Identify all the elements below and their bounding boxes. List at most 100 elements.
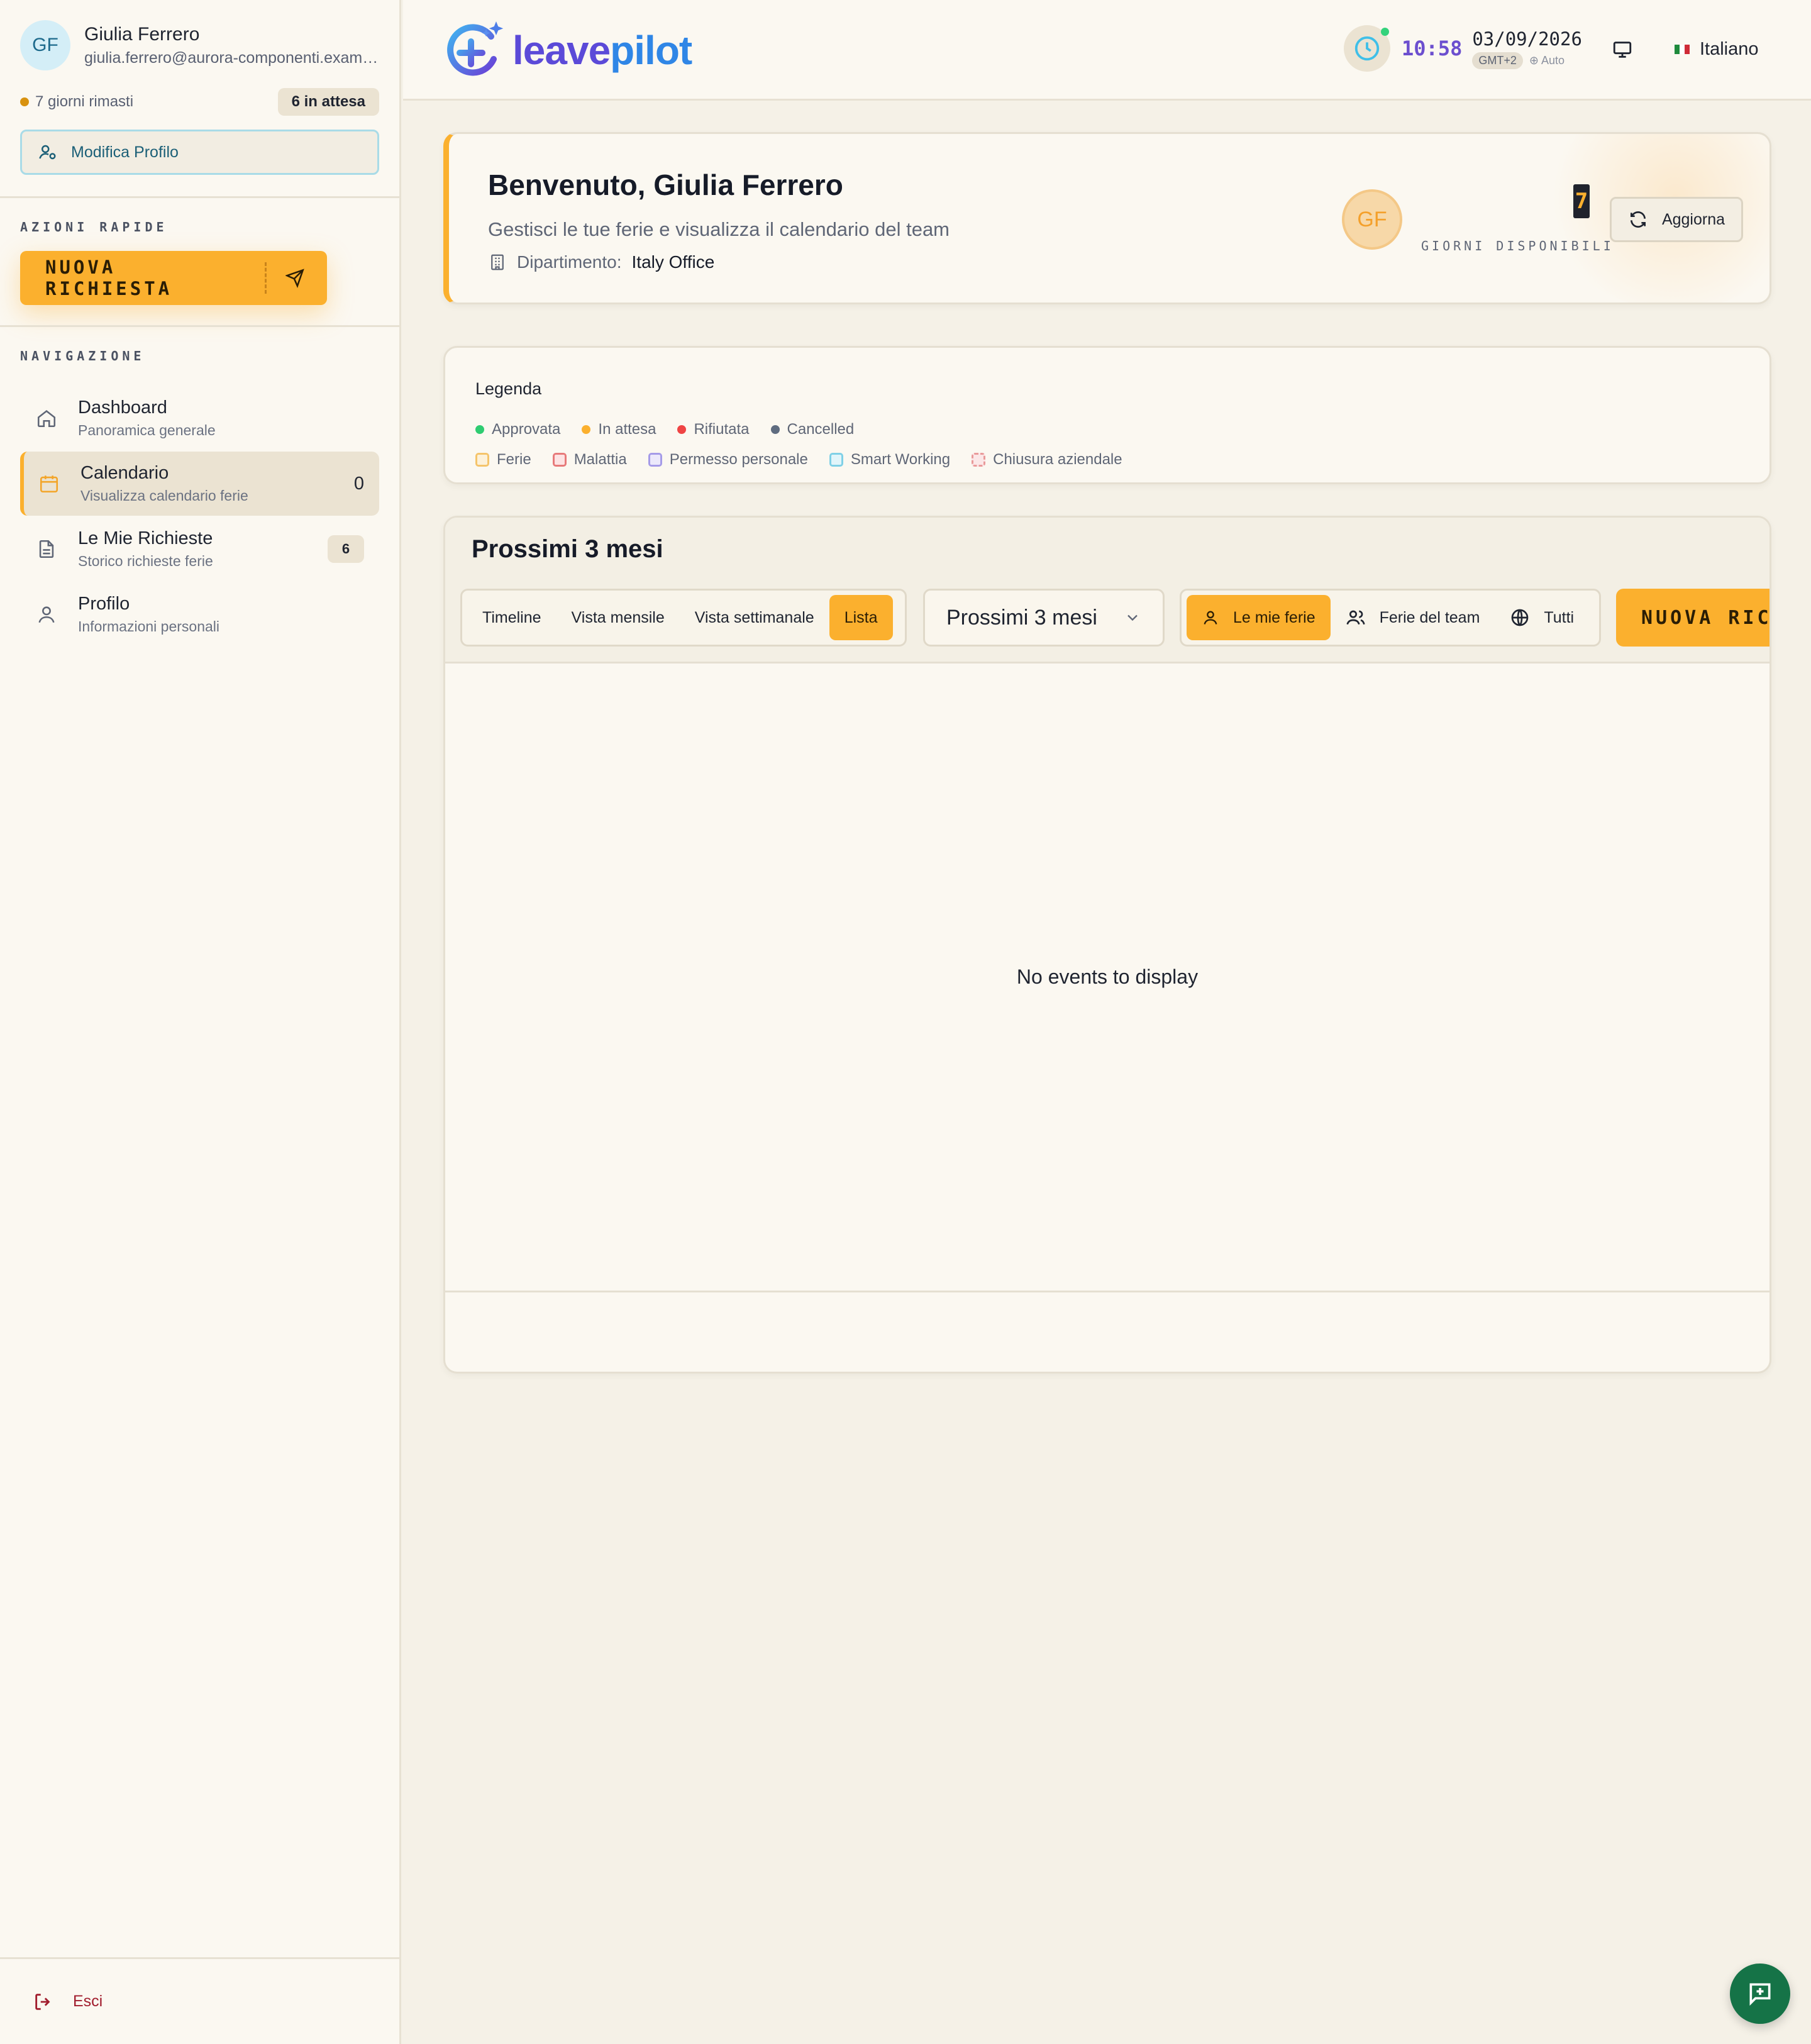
edit-profile-label: Modifica Profilo	[71, 143, 179, 161]
sidebar-item-subtitle: Storico richieste ferie	[78, 553, 213, 569]
sidebar-item-title: Profilo	[78, 594, 130, 614]
user-icon	[1204, 611, 1217, 625]
send-icon	[285, 269, 304, 288]
refresh-label: Aggiorna	[1661, 210, 1725, 228]
event-list: No events to display	[445, 664, 1769, 1292]
calendar-icon	[36, 471, 62, 496]
logo-part-1: leave	[512, 28, 611, 73]
legend-type-row: Ferie Malattia Permesso personale Smart …	[475, 451, 1122, 469]
type-swatch-icon	[829, 453, 843, 467]
timezone-badge: GMT+2	[1472, 52, 1523, 69]
new-request-button[interactable]: NUOVA RICHIESTA	[20, 251, 327, 305]
legend-item-in-attesa: In attesa	[582, 421, 656, 438]
days-available-count: 7	[1573, 184, 1590, 218]
sidebar-item-title: Le Mie Richieste	[78, 528, 213, 548]
welcome-card: Benvenuto, Giulia Ferrero Gestisci le tu…	[443, 132, 1771, 304]
days-left-label: 7 giorni rimasti	[35, 93, 134, 110]
pending-badge: 6 in attesa	[277, 88, 379, 116]
user-name: Giulia Ferrero	[84, 23, 200, 45]
home-icon	[34, 406, 59, 431]
sidebar-item-le-mie-richieste[interactable]: Le Mie Richieste Storico richieste ferie…	[20, 517, 379, 581]
logo-part-2: pilot	[610, 28, 692, 73]
legend-item-chiusura-aziendale: Chiusura aziendale	[972, 451, 1122, 469]
status-dot-icon	[475, 425, 484, 434]
filter-le-mie-ferie[interactable]: Le mie ferie	[1187, 595, 1331, 640]
range-select-value: Prossimi 3 mesi	[946, 605, 1097, 630]
calendar-card: Prossimi 3 mesi Timeline Vista mensile V…	[443, 516, 1771, 1374]
new-request-label: NUOVA RICHIESTA	[45, 257, 173, 299]
filter-tutti[interactable]: Tutti	[1495, 595, 1589, 640]
filter-ferie-del-team[interactable]: Ferie del team	[1331, 595, 1495, 640]
legend-label: Malattia	[573, 451, 627, 468]
chevron-down-icon	[1127, 614, 1138, 621]
status-dot-icon	[677, 425, 687, 434]
sidebar-item-profilo[interactable]: Profilo Informazioni personali	[20, 582, 379, 647]
message-plus-icon	[1749, 1983, 1771, 2006]
logo[interactable]: leavepilot	[443, 19, 692, 82]
divider	[0, 325, 399, 327]
sidebar-item-dashboard[interactable]: Dashboard Panoramica generale	[20, 386, 379, 450]
current-date: 03/09/2026	[1472, 28, 1582, 50]
logout-button[interactable]: Esci	[0, 1957, 399, 2044]
status-dot-icon	[20, 97, 29, 106]
tab-vista-settimanale[interactable]: Vista settimanale	[680, 595, 829, 640]
legend-label: Approvata	[492, 421, 561, 438]
logo-plus-icon	[447, 21, 504, 76]
button-separator	[264, 262, 267, 294]
users-icon	[1346, 610, 1365, 625]
type-swatch-icon	[972, 453, 986, 467]
type-swatch-icon	[552, 453, 567, 467]
filter-switcher: Le mie ferie Ferie del team Tutti	[1180, 589, 1601, 647]
welcome-subtitle: Gestisci le tue ferie e visualizza il ca…	[488, 218, 950, 240]
legend-label: Permesso personale	[669, 451, 808, 468]
filter-label: Ferie del team	[1379, 608, 1480, 626]
filter-label: Tutti	[1544, 608, 1575, 626]
tab-lista[interactable]: Lista	[829, 595, 893, 640]
status-dot-icon	[770, 425, 780, 434]
type-swatch-icon	[648, 453, 662, 467]
display-mode-button[interactable]	[1612, 39, 1633, 64]
document-icon	[34, 536, 59, 562]
user-email: giulia.ferrero@aurora-componenti.examp..…	[84, 48, 382, 67]
legend-label: Ferie	[497, 451, 531, 468]
divider	[0, 196, 399, 198]
department-value: Italy Office	[631, 252, 715, 272]
legend-item-ferie: Ferie	[475, 451, 531, 469]
logout-label: Esci	[73, 1992, 103, 2010]
legend-label: In attesa	[598, 421, 656, 438]
status-dot-icon	[582, 425, 591, 434]
feedback-button[interactable]	[1730, 1963, 1790, 2024]
view-switcher: Timeline Vista mensile Vista settimanale…	[460, 589, 907, 647]
legend-label: Cancelled	[787, 421, 855, 438]
edit-profile-button[interactable]: Modifica Profilo	[20, 130, 379, 175]
sidebar-item-count: 0	[353, 473, 364, 494]
calendar-title: Prossimi 3 mesi	[472, 535, 663, 563]
avatar[interactable]: GF	[20, 20, 70, 70]
user-icon	[34, 602, 59, 627]
legend-label: Smart Working	[850, 451, 951, 468]
timezone-auto: ⊕ Auto	[1529, 54, 1565, 67]
legend-item-malattia: Malattia	[552, 451, 627, 469]
sidebar-item-badge: 6	[328, 535, 364, 563]
legend-item-cancelled: Cancelled	[770, 421, 855, 438]
calendar-new-request-button[interactable]: NUOVA RICHIESTA	[1616, 589, 1769, 647]
sidebar-item-subtitle: Panoramica generale	[78, 422, 216, 438]
italy-flag-icon	[1675, 45, 1690, 54]
current-time: 10:58	[1402, 36, 1463, 60]
range-select[interactable]: Prossimi 3 mesi	[923, 589, 1165, 647]
tab-timeline[interactable]: Timeline	[467, 595, 557, 640]
tab-vista-mensile[interactable]: Vista mensile	[557, 595, 680, 640]
legend-item-permesso-personale: Permesso personale	[648, 451, 808, 469]
language-selector[interactable]: Italiano	[1675, 39, 1759, 60]
sidebar-item-calendario[interactable]: Calendario Visualizza calendario ferie 0	[20, 452, 379, 516]
department-label: Dipartimento:	[517, 252, 622, 272]
legend-status-row: Approvata In attesa Rifiutata Cancelled	[475, 421, 854, 438]
sidebar-item-title: Dashboard	[78, 397, 167, 418]
logout-icon	[35, 1993, 50, 2010]
monitor-icon	[1613, 42, 1632, 58]
welcome-avatar: GF	[1342, 189, 1402, 250]
sidebar-item-subtitle: Visualizza calendario ferie	[80, 487, 248, 504]
legend-item-smart-working: Smart Working	[829, 451, 950, 469]
refresh-button[interactable]: Aggiorna	[1610, 197, 1743, 242]
clock-widget[interactable]: 10:58 03/09/2026 GMT+2 ⊕ Auto	[1344, 25, 1582, 72]
